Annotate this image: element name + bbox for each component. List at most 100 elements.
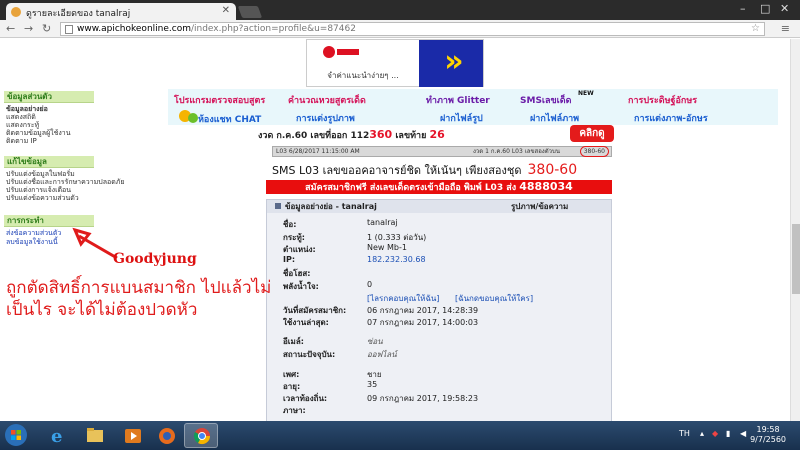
reload-icon[interactable]: ↻ (42, 22, 51, 35)
menu-glitter[interactable]: ทำภาพ Glitter (426, 93, 490, 107)
banner-logo (309, 42, 419, 68)
sms-code: 380-60 (527, 162, 578, 178)
profile-header-right[interactable]: รูปภาพ/ข้อความ (511, 200, 568, 213)
new-badge: NEW (578, 90, 594, 97)
click-view-button[interactable]: คลิกดู (570, 125, 614, 142)
url-path: /index.php?action=profile&u=87462 (190, 24, 356, 34)
menu-lotto-calc[interactable]: คำนวณหวยสูตรเด็ด (288, 93, 366, 107)
menu-chat[interactable]: ห้องแชท CHAT (198, 112, 261, 126)
banner-caption: จำค่าแนะนำง่ายๆ ... (327, 71, 399, 80)
chrome-icon[interactable] (184, 423, 218, 448)
windows-taskbar: e TH ▴ ◆ ▮ ◀ 19:58 9/7/2560 (0, 421, 800, 450)
profile-header: ข้อมูลอย่างย่อ - tanalraj รูปภาพ/ข้อความ (267, 200, 611, 213)
new-tab-button[interactable] (237, 6, 263, 18)
close-tab-icon[interactable]: ✕ (222, 5, 230, 16)
menu-row: โปรแกรมตรวจสอบสูตร คำนวณหวยสูตรเด็ด ทำภา… (168, 89, 778, 107)
file-explorer-icon[interactable] (78, 423, 112, 448)
double-chevron-icon: » (419, 40, 483, 87)
address-bar: ← → ↻ www.apichokeonline.com/index.php?a… (0, 20, 800, 38)
sc-ed-logo (323, 46, 359, 58)
firefox-icon[interactable] (150, 423, 184, 448)
start-button-icon[interactable] (3, 423, 30, 448)
profile-label: ใช้งานล่าสุด: (283, 318, 329, 327)
profile-value: 09 กรกฎาคม 2017, 19:58:23 (367, 394, 479, 403)
menu-sms-lotto[interactable]: SMSเลขเด็ด (520, 93, 571, 107)
sms-info-date: L03 6/28/2017 11:15:00 AM (276, 148, 360, 155)
profile-panel: ข้อมูลอย่างย่อ - tanalraj รูปภาพ/ข้อความ… (266, 199, 612, 421)
system-clock[interactable]: 19:58 9/7/2560 (750, 425, 786, 445)
sms-info-code: 380-60 (579, 146, 609, 157)
lotto-highlight: 360 (369, 128, 393, 141)
profile-value: 0 (367, 280, 373, 289)
sidebar-item-account-security[interactable]: ปรับแต่งชื่อและการรักษาความปลอดภัย (6, 178, 124, 186)
browser-titlebar: ดูรายละเอียดของ tanalraj ✕ – □ ✕ (0, 0, 800, 20)
tab-title: ดูรายละเอียดของ tanalraj (26, 9, 131, 19)
signup-number: 4888034 (519, 180, 573, 193)
menu-image-upload[interactable]: ฝากไฟล์รูป (440, 111, 483, 125)
volume-icon[interactable]: ◀ (740, 429, 746, 438)
url-input[interactable]: www.apichokeonline.com/index.php?action=… (60, 22, 765, 36)
sidebar-section-title: แก้ไขข้อมูล (4, 156, 94, 168)
sms-info-row: L03 6/28/2017 11:15:00 AM งวด 1 ก.ค.60 L… (272, 146, 612, 157)
menu-photo-edit[interactable]: การแต่งรูปภาพ (296, 111, 355, 125)
sidebar-section-title: ข้อมูลส่วนตัว (4, 91, 94, 103)
profile-title: ข้อมูลอย่างย่อ - tanalraj (285, 202, 377, 211)
signup-bar[interactable]: สมัครสมาชิกฟรี ส่งเลขเด็ดตรงเข้ามือถือ พ… (266, 180, 612, 194)
profile-label: สถานะปัจจุบัน: (283, 350, 336, 359)
sms-info-desc: งวด 1 ก.ค.60 L03 เลขสองตัวบน (473, 148, 560, 155)
clock-time: 19:58 (756, 425, 780, 434)
ie-icon[interactable]: e (40, 423, 74, 448)
sidebar-item-summary[interactable]: ข้อมูลอย่างย่อ (6, 105, 48, 113)
profile-value: 35 (367, 380, 378, 389)
sms-text: SMS L03 เลขขออคอาจารย์ชิด ให้เน้นๆ เพียง… (272, 164, 522, 177)
menu-row: ห้องแชท CHAT การแต่งรูปภาพ ฝากไฟล์รูป ฝา… (168, 107, 778, 125)
profile-value: New Mb-1 (367, 243, 407, 252)
language-indicator[interactable]: TH (679, 429, 690, 438)
profile-label: ชื่อ: (283, 220, 297, 229)
clock-date: 9/7/2560 (750, 435, 786, 444)
profile-icon (275, 203, 281, 209)
menu-file-upload[interactable]: ฝากไฟล์ภาพ (530, 111, 579, 125)
favicon-icon (11, 7, 21, 17)
menu-icon[interactable]: ≡ (781, 22, 790, 35)
maximize-icon[interactable]: □ (760, 2, 770, 15)
minimize-icon[interactable]: – (740, 2, 746, 15)
sidebar-item-stats[interactable]: แสดงสถิติ (6, 113, 36, 121)
scrollbar-thumb[interactable] (792, 224, 800, 294)
bookmark-star-icon[interactable]: ☆ (751, 23, 760, 34)
profile-value: 07 กรกฎาคม 2017, 14:00:03 (367, 318, 479, 327)
profile-label: ชื่อโฮส: (283, 269, 311, 278)
menu-calligraphy[interactable]: การประดิษฐ์อักษร (628, 93, 697, 107)
annotation-name: Goodyjung (113, 251, 197, 267)
sidebar-item-forum-settings[interactable]: ปรับแต่งข้อมูลในฟอรั่ม (6, 170, 75, 178)
network-icon[interactable]: ▮ (726, 429, 730, 438)
page-scrollbar[interactable] (790, 39, 800, 421)
sidebar-item-pm-settings[interactable]: ปรับแต่งข้อความส่วนตัว (6, 194, 79, 202)
profile-label: IP: (283, 255, 296, 264)
chat-icon (179, 110, 198, 123)
profile-value: ซ่อน (367, 337, 383, 346)
media-player-icon[interactable] (116, 423, 150, 448)
sidebar-item-delete-account[interactable]: ลบข้อมูลใช้งานนี้ (6, 238, 58, 246)
page-icon (65, 25, 73, 34)
profile-label: พลังน้ำใจ: (283, 282, 319, 291)
profile-value: ออฟไลน์ (367, 350, 397, 359)
back-icon[interactable]: ← (6, 22, 15, 35)
menu-photo-text[interactable]: การแต่งภาพ-อักษร (634, 111, 708, 125)
browser-tab[interactable]: ดูรายละเอียดของ tanalraj ✕ (6, 3, 236, 20)
lotto-result: งวด ก.ค.60 เลขที่ออก 112360 เลขท้าย 26 (258, 128, 445, 142)
profile-label: อีเมล์: (283, 337, 304, 346)
antivirus-icon[interactable]: ◆ (712, 429, 718, 438)
tray-up-icon[interactable]: ▴ (700, 429, 704, 438)
menu-formula-checker[interactable]: โปรแกรมตรวจสอบสูตร (174, 93, 265, 107)
url-domain: www.apichokeonline.com (77, 24, 191, 34)
sidebar-item-send-pm[interactable]: ส่งข้อความส่วนตัว (6, 229, 61, 237)
sidebar-item-posts[interactable]: แสดงกระทู้ (6, 121, 39, 129)
sidebar-item-track-ip[interactable]: ติดตาม IP (6, 137, 37, 145)
profile-value: tanalraj (367, 218, 398, 227)
close-window-icon[interactable]: ✕ (780, 2, 789, 15)
ad-banner[interactable]: » จำค่าแนะนำง่ายๆ ... (306, 39, 484, 87)
forward-icon[interactable]: → (24, 22, 33, 35)
sidebar-item-notifications[interactable]: ปรับแต่งการแจ้งเตือน (6, 186, 71, 194)
sidebar-item-track-user[interactable]: ติดตามข้อมูลผู้ใช้งาน (6, 129, 70, 137)
